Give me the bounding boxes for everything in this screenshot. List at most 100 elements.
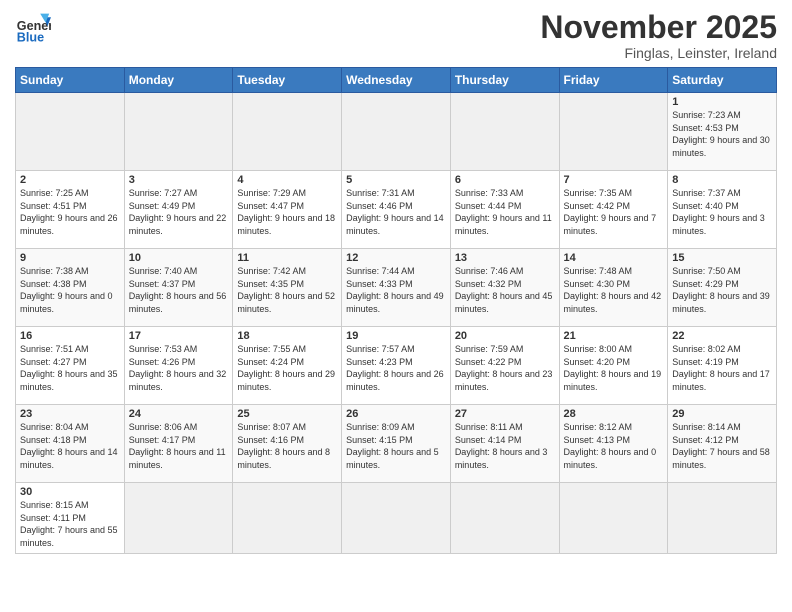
- header: General Blue November 2025 Finglas, Lein…: [15, 10, 777, 61]
- day-info: Sunrise: 7:23 AM Sunset: 4:53 PM Dayligh…: [672, 109, 772, 159]
- day-cell: [450, 483, 559, 553]
- day-number: 1: [672, 96, 772, 108]
- day-info: Sunrise: 8:06 AM Sunset: 4:17 PM Dayligh…: [129, 421, 229, 471]
- calendar-table: SundayMondayTuesdayWednesdayThursdayFrid…: [15, 67, 777, 553]
- calendar-subtitle: Finglas, Leinster, Ireland: [540, 45, 777, 61]
- day-cell: [124, 483, 233, 553]
- day-info: Sunrise: 7:29 AM Sunset: 4:47 PM Dayligh…: [237, 187, 337, 237]
- day-cell: 16Sunrise: 7:51 AM Sunset: 4:27 PM Dayli…: [16, 327, 125, 405]
- day-info: Sunrise: 8:09 AM Sunset: 4:15 PM Dayligh…: [346, 421, 446, 471]
- day-info: Sunrise: 7:46 AM Sunset: 4:32 PM Dayligh…: [455, 265, 555, 315]
- day-info: Sunrise: 7:57 AM Sunset: 4:23 PM Dayligh…: [346, 343, 446, 393]
- day-info: Sunrise: 8:14 AM Sunset: 4:12 PM Dayligh…: [672, 421, 772, 471]
- day-cell: 30Sunrise: 8:15 AM Sunset: 4:11 PM Dayli…: [16, 483, 125, 553]
- day-info: Sunrise: 7:55 AM Sunset: 4:24 PM Dayligh…: [237, 343, 337, 393]
- day-cell: 7Sunrise: 7:35 AM Sunset: 4:42 PM Daylig…: [559, 171, 668, 249]
- day-number: 11: [237, 252, 337, 264]
- day-cell: 18Sunrise: 7:55 AM Sunset: 4:24 PM Dayli…: [233, 327, 342, 405]
- day-info: Sunrise: 8:00 AM Sunset: 4:20 PM Dayligh…: [564, 343, 664, 393]
- day-cell: 11Sunrise: 7:42 AM Sunset: 4:35 PM Dayli…: [233, 249, 342, 327]
- day-number: 8: [672, 174, 772, 186]
- day-number: 15: [672, 252, 772, 264]
- day-number: 4: [237, 174, 337, 186]
- day-cell: [559, 483, 668, 553]
- day-number: 30: [20, 486, 120, 498]
- week-row-0: 1Sunrise: 7:23 AM Sunset: 4:53 PM Daylig…: [16, 93, 777, 171]
- day-info: Sunrise: 7:51 AM Sunset: 4:27 PM Dayligh…: [20, 343, 120, 393]
- day-cell: 12Sunrise: 7:44 AM Sunset: 4:33 PM Dayli…: [342, 249, 451, 327]
- day-info: Sunrise: 7:40 AM Sunset: 4:37 PM Dayligh…: [129, 265, 229, 315]
- week-row-4: 23Sunrise: 8:04 AM Sunset: 4:18 PM Dayli…: [16, 405, 777, 483]
- weekday-header-row: SundayMondayTuesdayWednesdayThursdayFrid…: [16, 68, 777, 93]
- week-row-2: 9Sunrise: 7:38 AM Sunset: 4:38 PM Daylig…: [16, 249, 777, 327]
- day-number: 3: [129, 174, 229, 186]
- day-number: 2: [20, 174, 120, 186]
- day-number: 26: [346, 408, 446, 420]
- day-info: Sunrise: 8:11 AM Sunset: 4:14 PM Dayligh…: [455, 421, 555, 471]
- day-cell: 21Sunrise: 8:00 AM Sunset: 4:20 PM Dayli…: [559, 327, 668, 405]
- day-cell: 6Sunrise: 7:33 AM Sunset: 4:44 PM Daylig…: [450, 171, 559, 249]
- day-info: Sunrise: 8:12 AM Sunset: 4:13 PM Dayligh…: [564, 421, 664, 471]
- day-cell: 15Sunrise: 7:50 AM Sunset: 4:29 PM Dayli…: [668, 249, 777, 327]
- day-info: Sunrise: 7:27 AM Sunset: 4:49 PM Dayligh…: [129, 187, 229, 237]
- day-cell: 25Sunrise: 8:07 AM Sunset: 4:16 PM Dayli…: [233, 405, 342, 483]
- weekday-header-saturday: Saturday: [668, 68, 777, 93]
- day-number: 29: [672, 408, 772, 420]
- day-cell: 14Sunrise: 7:48 AM Sunset: 4:30 PM Dayli…: [559, 249, 668, 327]
- day-number: 16: [20, 330, 120, 342]
- day-info: Sunrise: 7:44 AM Sunset: 4:33 PM Dayligh…: [346, 265, 446, 315]
- day-info: Sunrise: 7:31 AM Sunset: 4:46 PM Dayligh…: [346, 187, 446, 237]
- weekday-header-thursday: Thursday: [450, 68, 559, 93]
- day-info: Sunrise: 7:35 AM Sunset: 4:42 PM Dayligh…: [564, 187, 664, 237]
- day-cell: [16, 93, 125, 171]
- day-cell: [233, 93, 342, 171]
- week-row-1: 2Sunrise: 7:25 AM Sunset: 4:51 PM Daylig…: [16, 171, 777, 249]
- day-number: 22: [672, 330, 772, 342]
- day-cell: 10Sunrise: 7:40 AM Sunset: 4:37 PM Dayli…: [124, 249, 233, 327]
- title-block: November 2025 Finglas, Leinster, Ireland: [540, 10, 777, 61]
- day-cell: 29Sunrise: 8:14 AM Sunset: 4:12 PM Dayli…: [668, 405, 777, 483]
- day-info: Sunrise: 8:15 AM Sunset: 4:11 PM Dayligh…: [20, 499, 120, 549]
- day-info: Sunrise: 7:38 AM Sunset: 4:38 PM Dayligh…: [20, 265, 120, 315]
- day-cell: [668, 483, 777, 553]
- day-number: 14: [564, 252, 664, 264]
- day-cell: 4Sunrise: 7:29 AM Sunset: 4:47 PM Daylig…: [233, 171, 342, 249]
- day-cell: 1Sunrise: 7:23 AM Sunset: 4:53 PM Daylig…: [668, 93, 777, 171]
- day-cell: 28Sunrise: 8:12 AM Sunset: 4:13 PM Dayli…: [559, 405, 668, 483]
- day-cell: [450, 93, 559, 171]
- weekday-header-monday: Monday: [124, 68, 233, 93]
- day-number: 20: [455, 330, 555, 342]
- day-number: 9: [20, 252, 120, 264]
- day-number: 28: [564, 408, 664, 420]
- day-info: Sunrise: 8:07 AM Sunset: 4:16 PM Dayligh…: [237, 421, 337, 471]
- day-info: Sunrise: 7:33 AM Sunset: 4:44 PM Dayligh…: [455, 187, 555, 237]
- day-cell: 13Sunrise: 7:46 AM Sunset: 4:32 PM Dayli…: [450, 249, 559, 327]
- day-cell: 8Sunrise: 7:37 AM Sunset: 4:40 PM Daylig…: [668, 171, 777, 249]
- day-number: 10: [129, 252, 229, 264]
- day-cell: 17Sunrise: 7:53 AM Sunset: 4:26 PM Dayli…: [124, 327, 233, 405]
- day-number: 18: [237, 330, 337, 342]
- day-number: 7: [564, 174, 664, 186]
- day-number: 13: [455, 252, 555, 264]
- day-cell: 23Sunrise: 8:04 AM Sunset: 4:18 PM Dayli…: [16, 405, 125, 483]
- day-cell: 9Sunrise: 7:38 AM Sunset: 4:38 PM Daylig…: [16, 249, 125, 327]
- day-cell: [233, 483, 342, 553]
- day-info: Sunrise: 7:53 AM Sunset: 4:26 PM Dayligh…: [129, 343, 229, 393]
- day-cell: [559, 93, 668, 171]
- day-info: Sunrise: 8:02 AM Sunset: 4:19 PM Dayligh…: [672, 343, 772, 393]
- day-cell: 2Sunrise: 7:25 AM Sunset: 4:51 PM Daylig…: [16, 171, 125, 249]
- day-cell: [124, 93, 233, 171]
- calendar-page: General Blue November 2025 Finglas, Lein…: [0, 0, 792, 612]
- calendar-title: November 2025: [540, 10, 777, 45]
- day-number: 23: [20, 408, 120, 420]
- day-cell: 22Sunrise: 8:02 AM Sunset: 4:19 PM Dayli…: [668, 327, 777, 405]
- day-number: 27: [455, 408, 555, 420]
- day-info: Sunrise: 7:25 AM Sunset: 4:51 PM Dayligh…: [20, 187, 120, 237]
- day-cell: 20Sunrise: 7:59 AM Sunset: 4:22 PM Dayli…: [450, 327, 559, 405]
- day-number: 17: [129, 330, 229, 342]
- day-info: Sunrise: 8:04 AM Sunset: 4:18 PM Dayligh…: [20, 421, 120, 471]
- day-cell: 24Sunrise: 8:06 AM Sunset: 4:17 PM Dayli…: [124, 405, 233, 483]
- day-cell: 26Sunrise: 8:09 AM Sunset: 4:15 PM Dayli…: [342, 405, 451, 483]
- week-row-3: 16Sunrise: 7:51 AM Sunset: 4:27 PM Dayli…: [16, 327, 777, 405]
- day-number: 19: [346, 330, 446, 342]
